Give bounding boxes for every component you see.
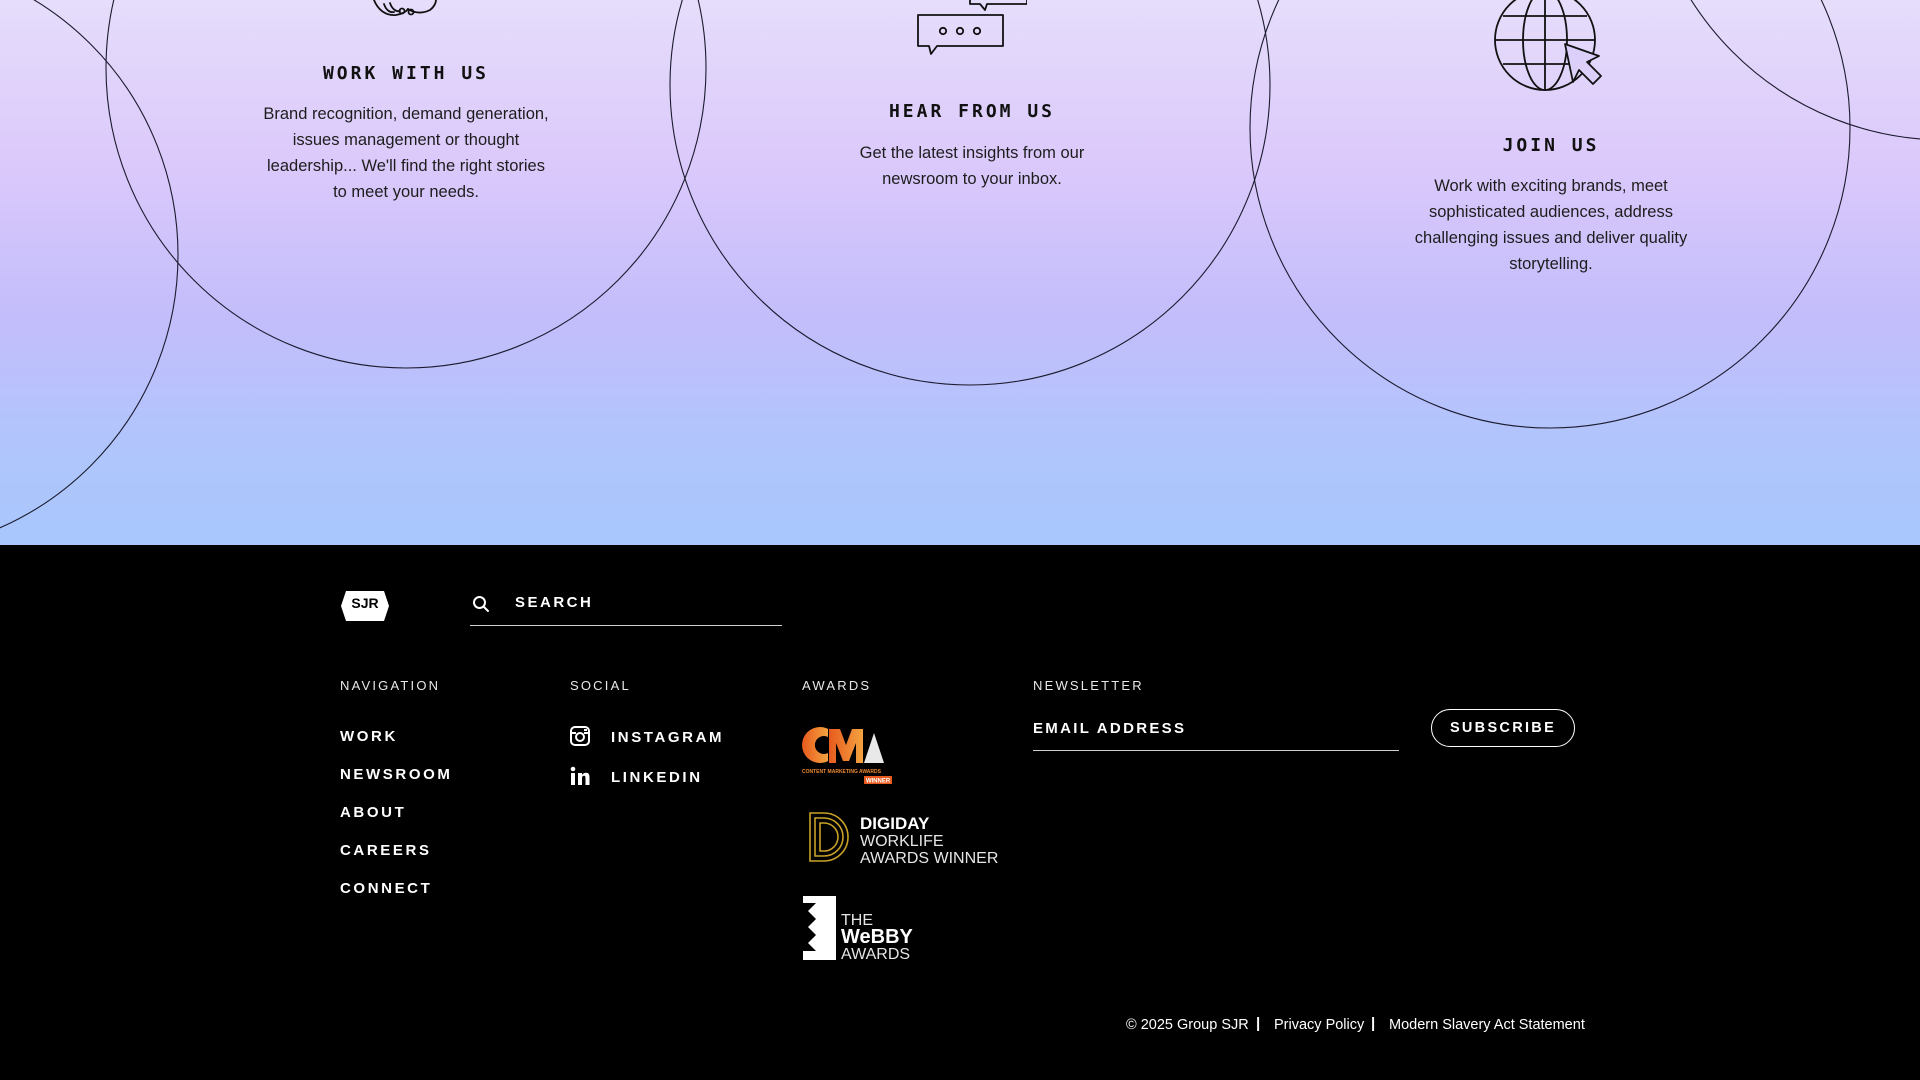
card-text: to meet your needs. bbox=[333, 183, 479, 201]
nav-link-connect[interactable]: CONNECT bbox=[340, 880, 432, 897]
social-label: INSTAGRAM bbox=[611, 729, 725, 746]
cma-badge: WINNER bbox=[866, 779, 891, 785]
card-text: sophisticated audiences, address bbox=[1429, 203, 1673, 221]
globe-cursor-icon bbox=[1494, 0, 1602, 91]
handshake-icon bbox=[373, 0, 437, 16]
cma-subtext: CONTENT MARKETING AWARDS bbox=[802, 769, 882, 775]
awards-heading: AWARDS bbox=[802, 678, 872, 693]
search-icon bbox=[473, 596, 489, 612]
instagram-icon bbox=[570, 726, 590, 746]
sjr-logo[interactable]: SJR bbox=[340, 590, 390, 622]
digiday-line3: AWARDS WINNER bbox=[860, 850, 998, 867]
card-text: Get the latest insights from our bbox=[859, 144, 1085, 162]
webby-line2: WeBBY bbox=[841, 926, 914, 948]
card-text: Brand recognition, demand generation, bbox=[263, 105, 549, 123]
search-input[interactable]: SEARCH bbox=[470, 587, 782, 626]
email-input[interactable]: EMAIL ADDRESS bbox=[1033, 715, 1399, 751]
social-link-instagram[interactable]: INSTAGRAM bbox=[570, 726, 770, 750]
card-title: HEAR FROM US bbox=[888, 101, 1056, 122]
digiday-line2: WORKLIFE bbox=[860, 833, 944, 850]
card-text: Work with exciting brands, meet bbox=[1434, 177, 1668, 195]
card-join-us: JOIN US Work with exciting brands, meet … bbox=[1381, 0, 1721, 280]
circle-left-partial bbox=[0, 0, 179, 529]
card-title: WORK WITH US bbox=[322, 63, 490, 84]
hero-section: WORK WITH US Brand recognition, demand g… bbox=[0, 0, 1920, 545]
card-hear-from-us: HEAR FROM US Get the latest insights fro… bbox=[802, 0, 1142, 200]
chat-bubbles-icon bbox=[917, 0, 1027, 55]
logo-text: SJR bbox=[351, 595, 378, 611]
social-link-linkedin[interactable]: LINKEDIN bbox=[570, 766, 770, 790]
social-heading: SOCIAL bbox=[570, 678, 631, 693]
nav-link-newsroom[interactable]: NEWSROOM bbox=[340, 766, 452, 783]
digiday-line1: DIGIDAY bbox=[860, 814, 930, 833]
nav-link-careers[interactable]: CAREERS bbox=[340, 842, 432, 859]
newsletter-heading: NEWSLETTER bbox=[1033, 678, 1144, 693]
nav-link-work[interactable]: WORK bbox=[340, 728, 398, 745]
card-text: newsroom to your inbox. bbox=[882, 170, 1062, 188]
privacy-policy-link[interactable]: Privacy Policy bbox=[1274, 1017, 1364, 1033]
site-footer: SJR SEARCH NAVIGATION SOCIAL AWARDS NEWS… bbox=[0, 545, 1920, 1080]
webby-line3: AWARDS bbox=[841, 946, 910, 961]
copyright-text: © 2025 Group SJR bbox=[1126, 1017, 1249, 1033]
legal-separator: | bbox=[1371, 1015, 1376, 1032]
linkedin-icon bbox=[570, 766, 590, 785]
webby-award-logo: THE WeBBY AWARDS bbox=[803, 896, 914, 961]
nav-link-about[interactable]: ABOUT bbox=[340, 804, 406, 821]
cma-award-logo: CONTENT MARKETING AWARDS WINNER bbox=[802, 726, 892, 785]
social-label: LINKEDIN bbox=[611, 769, 703, 786]
modern-slavery-link[interactable]: Modern Slavery Act Statement bbox=[1389, 1017, 1585, 1033]
email-placeholder: EMAIL ADDRESS bbox=[1033, 720, 1187, 737]
card-work-with-us: WORK WITH US Brand recognition, demand g… bbox=[236, 0, 576, 220]
card-title: JOIN US bbox=[1502, 135, 1600, 156]
card-text: challenging issues and deliver quality bbox=[1414, 229, 1688, 247]
card-text: leadership... We'll find the right stori… bbox=[267, 157, 545, 175]
subscribe-button[interactable]: SUBSCRIBE bbox=[1431, 709, 1575, 747]
card-text: storytelling. bbox=[1509, 255, 1593, 273]
navigation-heading: NAVIGATION bbox=[340, 678, 441, 693]
card-text: issues management or thought bbox=[292, 131, 520, 149]
digiday-award-logo: DIGIDAY WORKLIFE AWARDS WINNER bbox=[809, 812, 998, 867]
search-label: SEARCH bbox=[515, 594, 594, 611]
legal-separator: | bbox=[1256, 1015, 1261, 1032]
